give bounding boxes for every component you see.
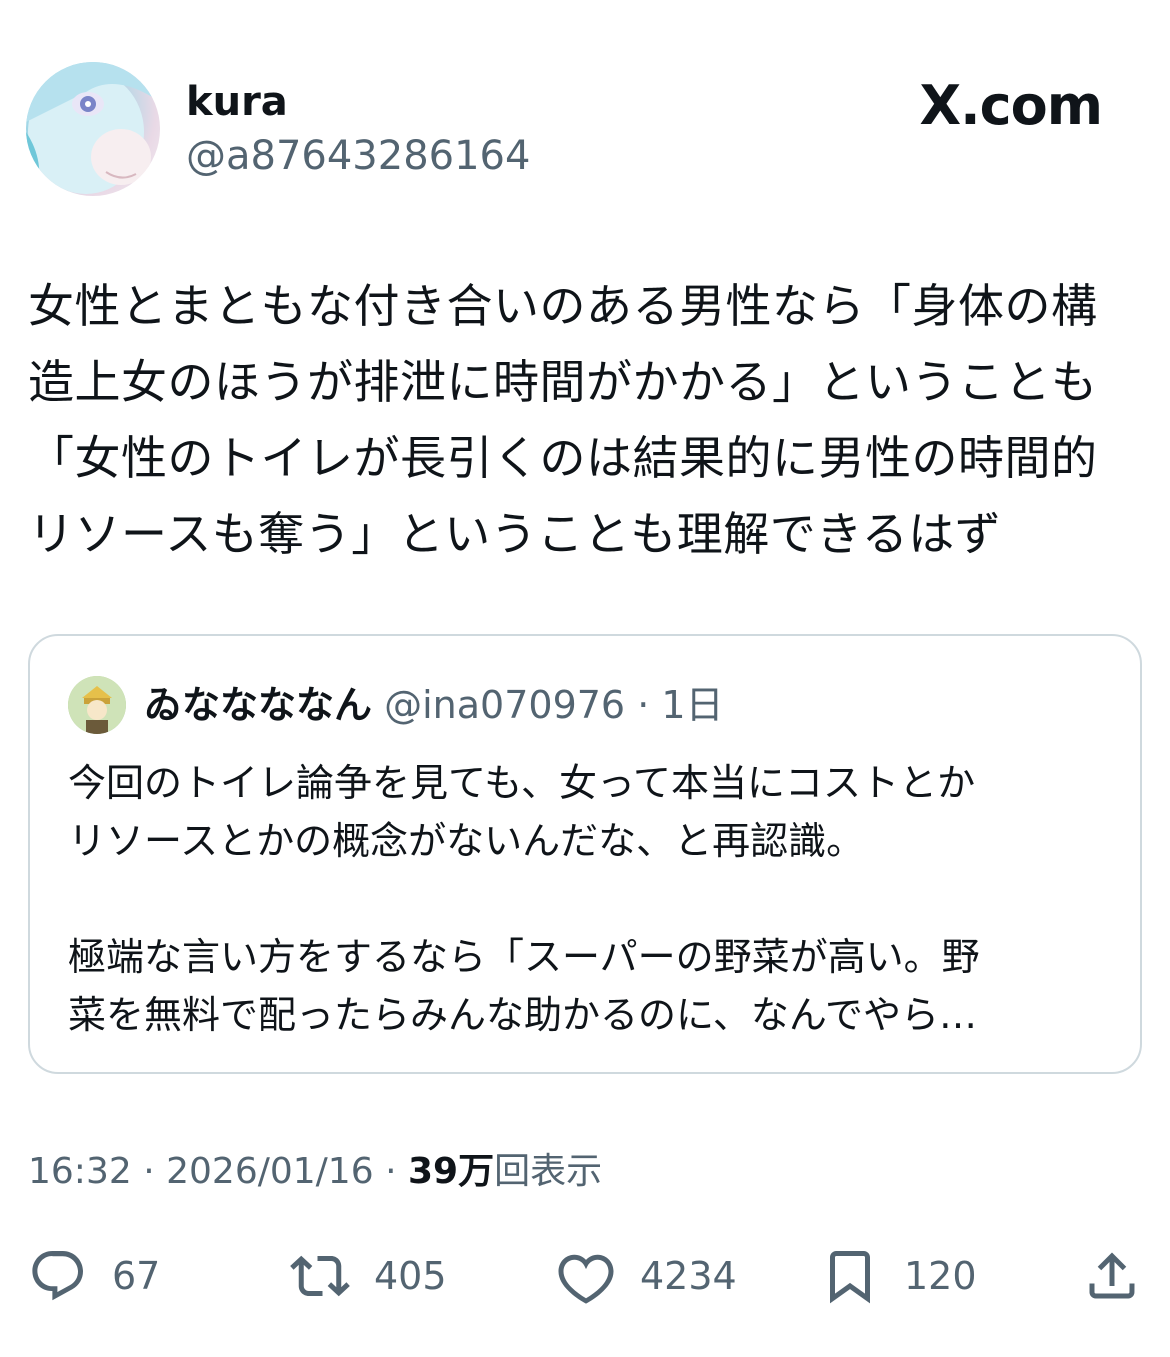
reply-button[interactable]: 67	[28, 1246, 160, 1306]
action-bar: 67 405 4234 120	[0, 1236, 1170, 1316]
tweet-meta: 16:32 · 2026/01/16 · 39万回表示	[28, 1148, 602, 1196]
bookmark-icon	[830, 1251, 870, 1304]
bookmark-button[interactable]: 120	[820, 1246, 977, 1306]
tweet-date[interactable]: 2026/01/16	[166, 1151, 374, 1192]
x-logo: X.com	[919, 74, 1103, 137]
tweet-page: kura @a87643286164 X.com 女性とまともな付き合いのある男…	[0, 0, 1170, 1357]
reply-count: 67	[112, 1254, 161, 1298]
reply-icon	[32, 1251, 83, 1301]
heart-icon	[558, 1254, 614, 1304]
share-button[interactable]	[1082, 1246, 1142, 1306]
like-button[interactable]: 4234	[556, 1246, 737, 1306]
quoted-time: 1日	[661, 683, 724, 727]
quoted-header: ゐななななん @ina070976 · 1日	[144, 680, 724, 730]
tweet-text: 女性とまともな付き合いのある男性なら「身体の構 造上女のほうが排泄に時間がかかる…	[28, 279, 1098, 561]
quoted-handle[interactable]: @ina070976	[384, 683, 625, 727]
quoted-text: 今回のトイレ論争を見ても、女って本当にコストとか リソースとかの概念がないんだな…	[68, 761, 980, 1037]
meta-separator: ·	[385, 1151, 397, 1192]
like-count: 4234	[640, 1254, 737, 1298]
quoted-tweet[interactable]: ゐななななん @ina070976 · 1日 今回のトイレ論争を見ても、女って本…	[28, 634, 1142, 1074]
view-label: 回表示	[494, 1151, 603, 1192]
display-name[interactable]: kura	[186, 78, 288, 126]
quoted-display-name[interactable]: ゐななななん	[144, 683, 372, 727]
retweet-button[interactable]: 405	[290, 1246, 447, 1306]
share-icon	[1089, 1252, 1135, 1299]
avatar[interactable]	[26, 62, 160, 196]
quoted-separator: ·	[637, 683, 650, 727]
avatar-illustration	[26, 62, 160, 196]
view-count: 39万	[407, 1151, 495, 1192]
user-handle[interactable]: @a87643286164	[186, 132, 530, 180]
meta-separator: ·	[143, 1151, 155, 1192]
retweet-icon	[290, 1255, 350, 1297]
retweet-count: 405	[374, 1254, 447, 1298]
bookmark-count: 120	[904, 1254, 977, 1298]
tweet-time[interactable]: 16:32	[28, 1151, 132, 1192]
quoted-avatar-illustration	[68, 676, 126, 734]
quoted-avatar	[68, 676, 126, 734]
